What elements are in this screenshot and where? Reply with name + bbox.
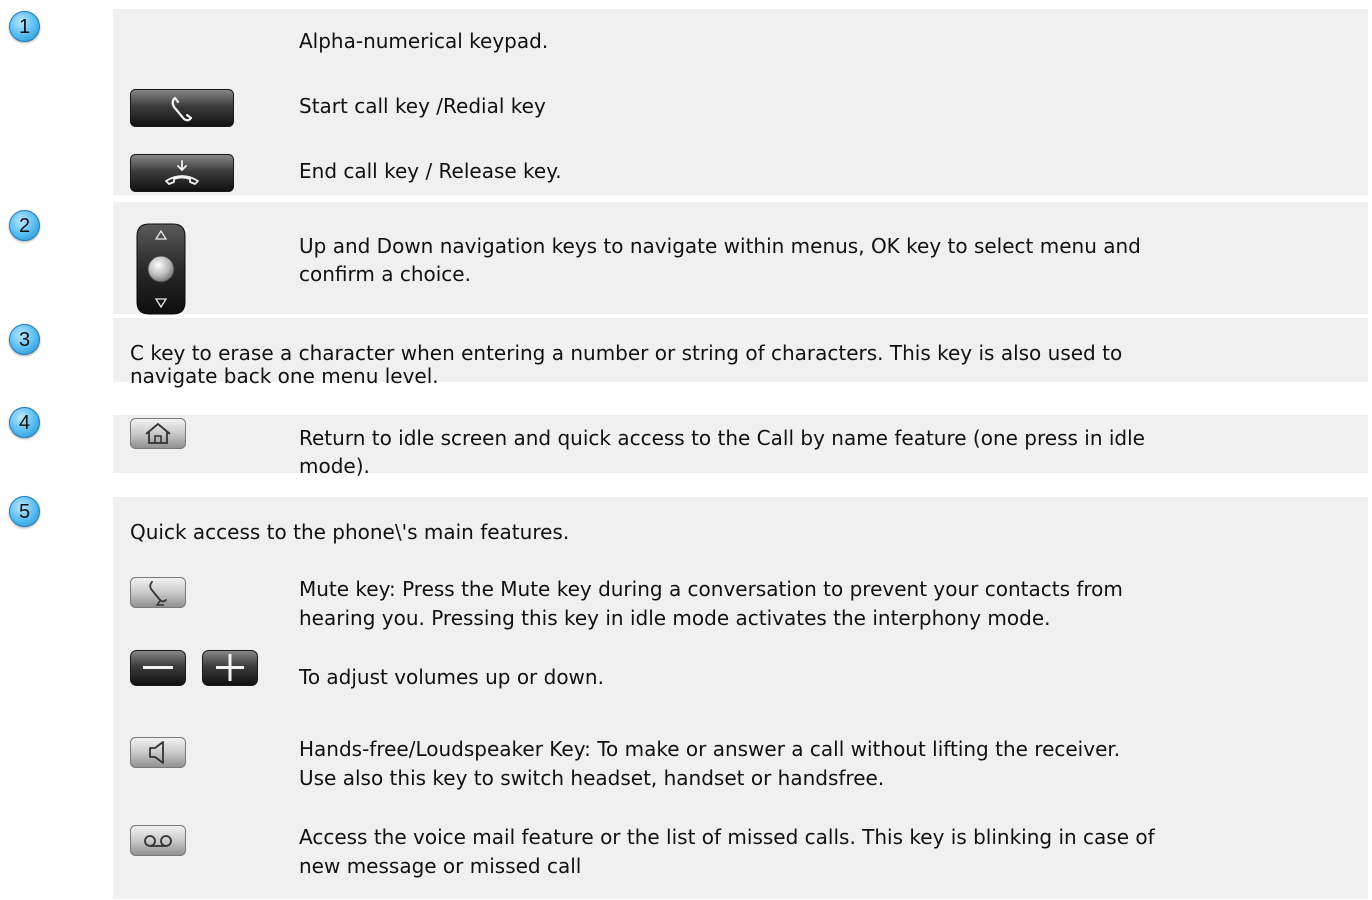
voicemail-icon [130, 825, 186, 856]
handsfree-key[interactable] [130, 737, 186, 768]
end-call-description: End call key / Release key. [299, 159, 562, 183]
navigation-ok-key[interactable] [133, 222, 189, 316]
mute-description-line-1: Mute key: Press the Mute key during a co… [299, 577, 1123, 601]
end-call-key[interactable] [130, 154, 234, 192]
start-call-description: Start call key /Redial key [299, 94, 546, 118]
handsfree-description-line-1: Hands-free/Loudspeaker Key: To make or a… [299, 737, 1121, 761]
handsfree-description-line-2: Use also this key to switch headset, han… [299, 766, 885, 790]
speaker-icon [130, 737, 186, 768]
step-badge-3: 3 [9, 324, 40, 355]
handset-lifted-icon [130, 89, 234, 127]
mute-handset-icon [130, 577, 186, 608]
step-badge-2: 2 [9, 210, 40, 241]
c-key-description-line-2: navigate back one menu level. [130, 364, 439, 388]
keypad-description: Alpha-numerical keypad. [299, 29, 549, 53]
start-call-key[interactable] [130, 89, 234, 127]
home-key[interactable] [130, 418, 186, 449]
navigation-description-line-2: confirm a choice. [299, 262, 471, 286]
home-description-line-2: mode). [299, 454, 370, 478]
voicemail-description-line-1: Access the voice mail feature or the lis… [299, 825, 1155, 849]
navigation-description-line-1: Up and Down navigation keys to navigate … [299, 234, 1141, 258]
mute-key[interactable] [130, 577, 186, 608]
home-description-line-1: Return to idle screen and quick access t… [299, 426, 1145, 450]
voicemail-key[interactable] [130, 825, 186, 856]
plus-icon [202, 650, 258, 686]
step-badge-5: 5 [9, 496, 40, 527]
minus-icon [130, 650, 186, 686]
mute-description-line-2: hearing you. Pressing this key in idle m… [299, 606, 1051, 630]
volume-up-key[interactable] [202, 650, 258, 686]
quick-access-description: Quick access to the phone\'s main featur… [130, 520, 570, 544]
volume-down-key[interactable] [130, 650, 186, 686]
home-icon [130, 418, 186, 449]
navigation-ok-icon [136, 223, 186, 315]
volume-description: To adjust volumes up or down. [299, 665, 604, 689]
voicemail-description-line-2: new message or missed call [299, 854, 582, 878]
handset-release-icon [130, 154, 234, 192]
step-badge-1: 1 [9, 11, 40, 42]
step-badge-4: 4 [9, 407, 40, 438]
